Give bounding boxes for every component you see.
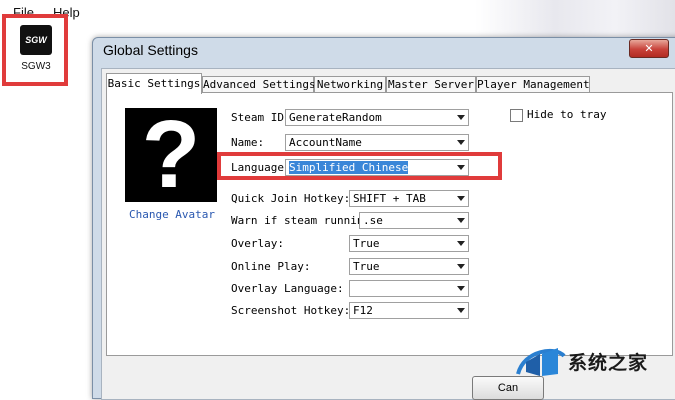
- name-value: AccountName: [289, 136, 362, 149]
- online-play-label: Online Play:: [231, 260, 311, 273]
- steam-id-value: GenerateRandom: [289, 111, 382, 124]
- tab-player-management[interactable]: Player Management: [476, 76, 590, 93]
- overlay-language-label: Overlay Language:: [231, 282, 344, 295]
- online-play-combo[interactable]: True: [349, 258, 469, 275]
- tab-basic-settings[interactable]: Basic Settings: [106, 73, 202, 94]
- background-blur: [475, 0, 675, 40]
- change-avatar-link[interactable]: Change Avatar: [117, 208, 227, 221]
- watermark-logo-icon: [516, 348, 566, 376]
- screenshot-hotkey-value: F12: [353, 304, 373, 317]
- tab-networking[interactable]: Networking: [314, 76, 386, 93]
- overlay-combo[interactable]: True: [349, 235, 469, 252]
- dropdown-arrow-icon: [457, 241, 465, 246]
- dropdown-arrow-icon: [457, 286, 465, 291]
- steam-id-combo[interactable]: GenerateRandom: [285, 109, 469, 126]
- hide-to-tray-checkbox[interactable]: [510, 109, 523, 122]
- name-combo[interactable]: AccountName: [285, 134, 469, 151]
- warn-steam-running-label: Warn if steam running:: [231, 214, 377, 227]
- dropdown-arrow-icon: [457, 140, 465, 145]
- dropdown-arrow-icon: [457, 218, 465, 223]
- dropdown-arrow-icon: [457, 196, 465, 201]
- dropdown-arrow-icon: [457, 264, 465, 269]
- quick-join-hotkey-label: Quick Join Hotkey:: [231, 192, 351, 205]
- warn-steam-running-value: .se: [363, 214, 383, 227]
- overlay-value: True: [353, 237, 380, 250]
- highlight-box-language: [217, 152, 502, 180]
- online-play-value: True: [353, 260, 380, 273]
- overlay-language-combo[interactable]: [349, 280, 469, 297]
- basic-settings-panel: ? Change Avatar Steam ID: GenerateRandom…: [106, 92, 673, 356]
- tab-advanced-settings[interactable]: Advanced Settings: [202, 76, 316, 93]
- name-label: Name:: [231, 136, 265, 149]
- tab-master-server[interactable]: Master Server: [386, 76, 476, 93]
- screenshot-hotkey-label: Screenshot Hotkey:: [231, 304, 351, 317]
- dropdown-arrow-icon: [457, 308, 465, 313]
- title-bar: Global Settings ✕: [93, 38, 675, 64]
- screenshot-hotkey-combo[interactable]: F12: [349, 302, 469, 319]
- highlight-box-icon: [2, 14, 68, 86]
- dropdown-arrow-icon: [457, 115, 465, 120]
- steam-id-label: Steam ID:: [231, 111, 291, 124]
- quick-join-hotkey-value: SHIFT + TAB: [353, 192, 426, 205]
- close-button[interactable]: ✕: [629, 39, 669, 58]
- watermark: 系统之家: [508, 338, 675, 388]
- avatar-image: ?: [125, 107, 217, 203]
- watermark-text: 系统之家: [568, 352, 649, 374]
- hide-to-tray-label: Hide to tray: [527, 108, 607, 121]
- warn-steam-running-combo[interactable]: .se: [359, 212, 469, 229]
- quick-join-hotkey-combo[interactable]: SHIFT + TAB: [349, 190, 469, 207]
- window-title: Global Settings: [103, 42, 198, 58]
- overlay-label: Overlay:: [231, 237, 284, 250]
